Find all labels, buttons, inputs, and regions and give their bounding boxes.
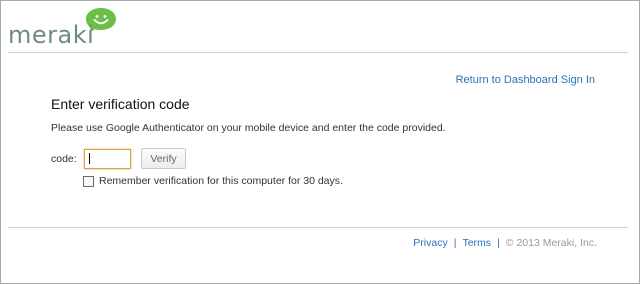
privacy-link[interactable]: Privacy [413,237,447,249]
logo-wordmark: meraki [8,21,95,49]
remember-checkbox-label[interactable]: Remember verification for this computer … [99,175,343,187]
meraki-logo: meraki [8,6,118,50]
code-label: code: [51,153,77,165]
terms-link[interactable]: Terms [462,237,491,249]
footer-divider [8,227,628,228]
text-caret [89,153,90,164]
footer: Privacy | Terms | © 2013 Meraki, Inc. [413,237,597,249]
copyright-text: © 2013 Meraki, Inc. [505,237,597,249]
verify-button[interactable]: Verify [141,148,186,169]
instructions-text: Please use Google Authenticator on your … [51,122,446,134]
page-frame: meraki Return to Dashboard Sign In Enter… [0,0,640,284]
footer-separator: | [453,237,457,249]
remember-verification-row[interactable]: Remember verification for this computer … [83,175,343,187]
remember-checkbox[interactable] [83,175,94,187]
header-divider [8,52,628,53]
return-to-sign-in-link[interactable]: Return to Dashboard Sign In [456,74,595,86]
page-title: Enter verification code [51,96,190,112]
footer-separator: | [497,237,500,249]
verification-code-input[interactable] [84,149,131,169]
